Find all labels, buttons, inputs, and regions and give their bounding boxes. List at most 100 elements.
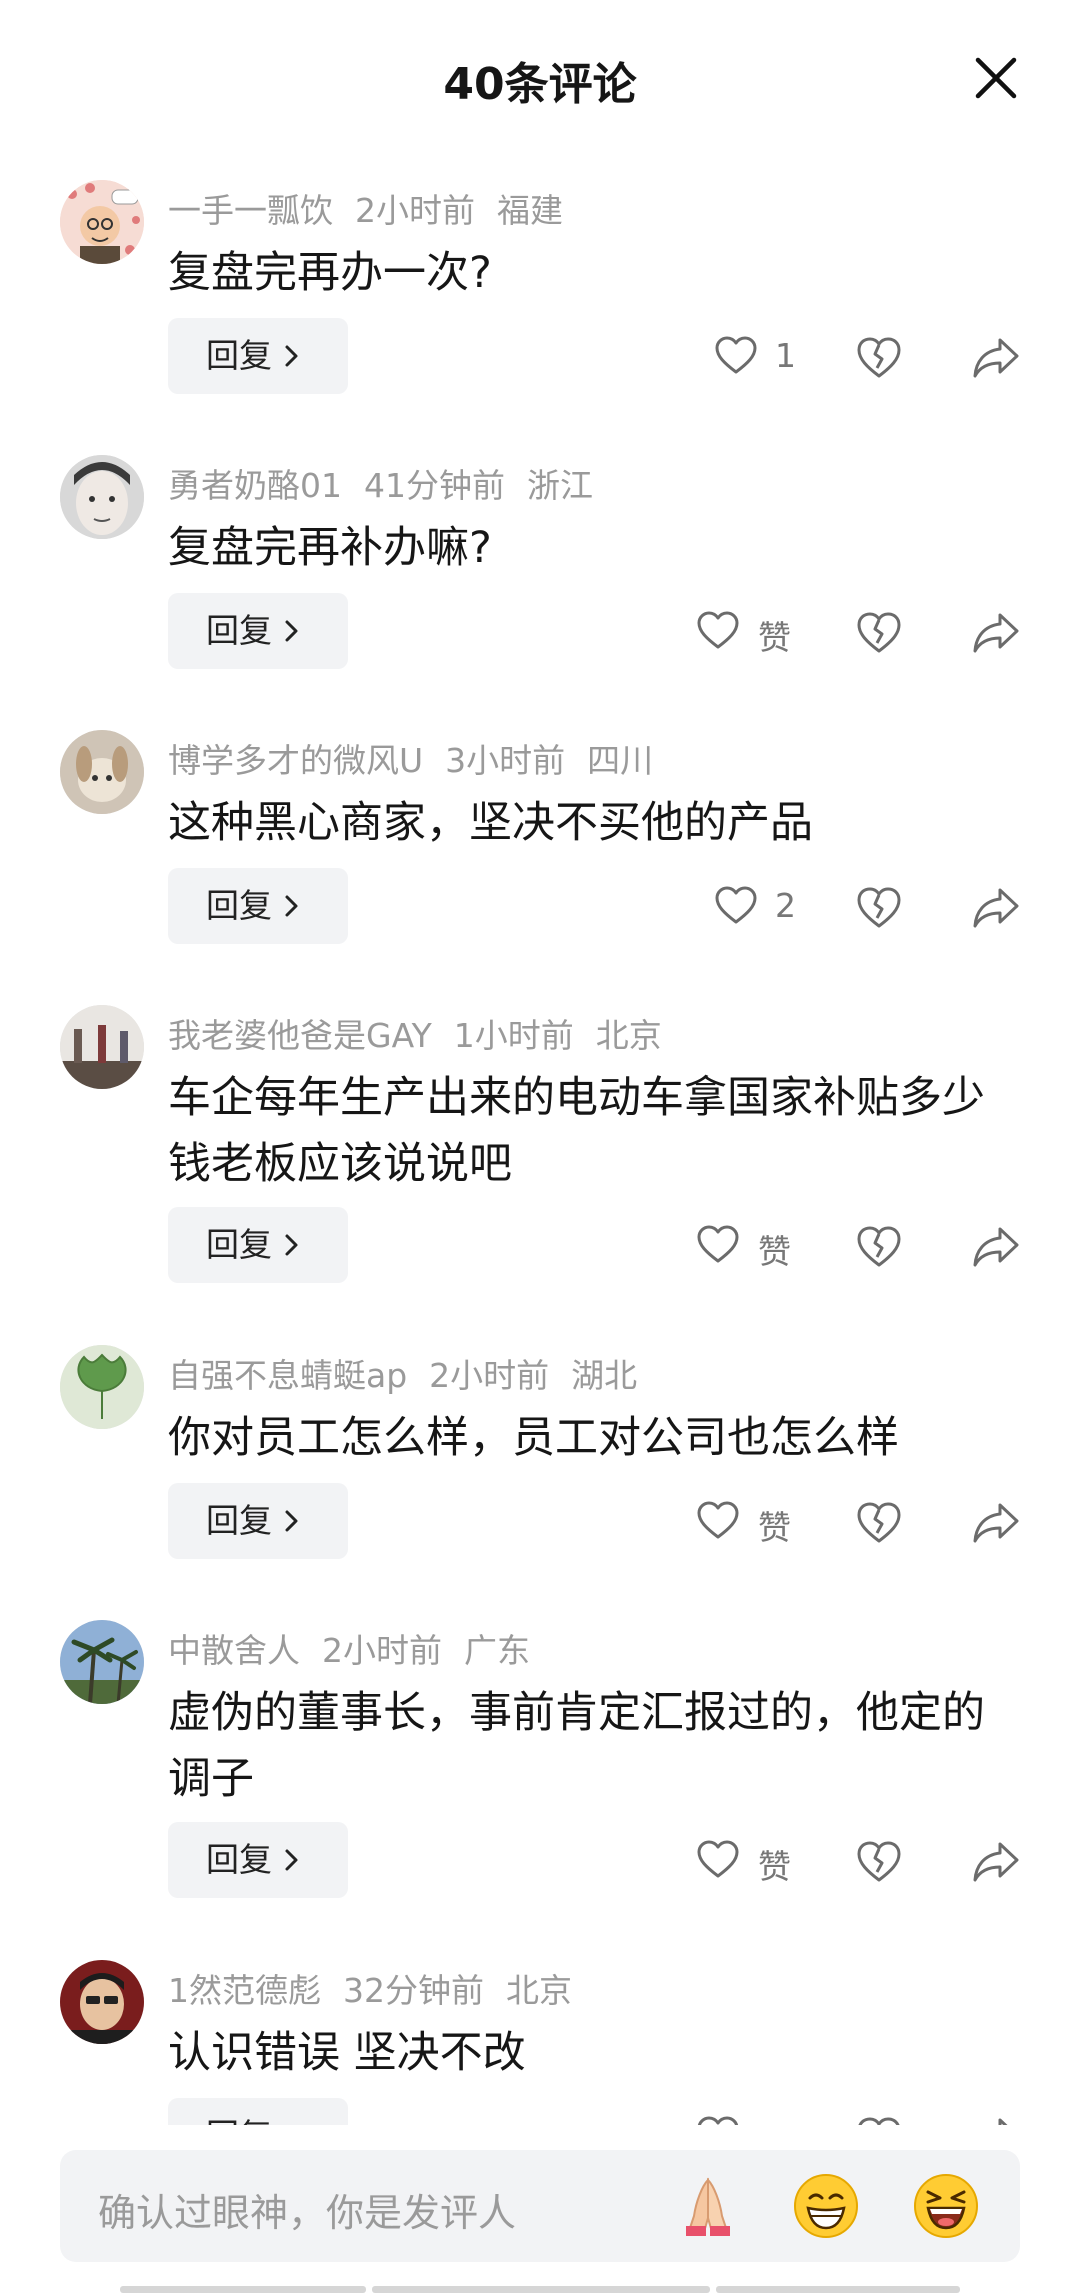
avatar[interactable] <box>60 455 144 539</box>
comment-item: 自强不息蜻蜓ap 2小时前 湖北 你对员工怎么样，员工对公司也怎么样 回复 赞 <box>0 1325 1080 1600</box>
comment-username[interactable]: 博学多才的微风U <box>168 741 423 780</box>
chevron-right-icon <box>285 345 298 367</box>
like-count: 赞 <box>758 1508 791 1547</box>
scroll-indicator <box>120 2286 366 2293</box>
share-button[interactable] <box>972 1840 1020 1884</box>
comment-text: 复盘完再补办嘛? <box>168 523 492 573</box>
share-button[interactable] <box>972 336 1020 380</box>
heart-icon <box>697 611 739 649</box>
reply-label: 回复 <box>206 1501 272 1540</box>
comment-time: 2小时前 <box>355 191 475 230</box>
like-count: 赞 <box>758 2116 791 2125</box>
share-button[interactable] <box>972 611 1020 655</box>
heart-icon <box>697 2116 739 2125</box>
comments-header: 40条评论 <box>0 0 1080 160</box>
dislike-button[interactable] <box>856 336 902 380</box>
chevron-right-icon <box>285 620 298 642</box>
reply-button[interactable]: 回复 <box>168 868 348 944</box>
share-button[interactable] <box>972 2116 1020 2125</box>
comment-actions: 赞 <box>690 1491 1030 1551</box>
comment-meta: 一手一瓢饮 2小时前 福建 <box>168 184 585 232</box>
share-button[interactable] <box>972 1501 1020 1545</box>
avatar[interactable] <box>60 1345 144 1429</box>
share-icon <box>973 1503 1019 1543</box>
comment-meta: 1然范德彪 32分钟前 北京 <box>168 1964 594 2012</box>
avatar[interactable] <box>60 1960 144 2044</box>
reply-button[interactable]: 回复 <box>168 1822 348 1898</box>
dislike-button[interactable] <box>856 886 902 930</box>
share-icon <box>973 338 1019 378</box>
broken-heart-icon <box>857 1502 901 1543</box>
reply-button[interactable]: 回复 <box>168 1207 348 1283</box>
avatar[interactable] <box>60 1005 144 1089</box>
comment-meta: 我老婆他爸是GAY 1小时前 北京 <box>168 1009 684 1057</box>
folded-hands-icon[interactable] <box>674 2172 742 2240</box>
comment-text: 车企每年生产出来的电动车拿国家补贴多少钱老板应该说说吧 <box>168 1073 985 1189</box>
avatar[interactable] <box>60 730 144 814</box>
comment-item: 一手一瓢饮 2小时前 福建 复盘完再办一次? 回复 1 <box>0 160 1080 430</box>
reply-button[interactable]: 回复 <box>168 2098 348 2125</box>
share-icon <box>973 1227 1019 1267</box>
grinning-face-icon[interactable] <box>792 2172 860 2240</box>
comment-username[interactable]: 1然范德彪 <box>168 1971 321 2010</box>
reply-label: 回复 <box>206 1225 272 1264</box>
comment-time: 2小时前 <box>429 1356 550 1395</box>
avatar[interactable] <box>60 1620 144 1704</box>
like-button[interactable]: 赞 <box>690 1491 830 1551</box>
comment-time: 3小时前 <box>445 741 566 780</box>
broken-heart-icon <box>857 1841 901 1882</box>
close-button[interactable] <box>970 52 1022 104</box>
broken-heart-icon <box>858 2117 900 2125</box>
reply-label: 回复 <box>206 2116 272 2125</box>
comment-input-bar[interactable]: 确认过眼神，你是发评人 <box>60 2150 1020 2262</box>
comment-username[interactable]: 自强不息蜻蜓ap <box>168 1356 407 1395</box>
heart-icon <box>697 1840 739 1878</box>
like-button[interactable]: 2 <box>690 876 830 936</box>
laughing-face-icon[interactable] <box>912 2172 980 2240</box>
comment-location: 福建 <box>497 191 563 230</box>
comment-username[interactable]: 中散舍人 <box>168 1631 300 1670</box>
comment-actions: 赞 <box>690 1215 1030 1275</box>
reply-button[interactable]: 回复 <box>168 1483 348 1559</box>
comment-list[interactable]: 一手一瓢饮 2小时前 福建 复盘完再办一次? 回复 1 勇者奶酪01 41分钟前… <box>0 160 1080 2125</box>
dislike-button[interactable] <box>856 611 902 655</box>
avatar[interactable] <box>60 180 144 264</box>
comment-username[interactable]: 一手一瓢饮 <box>168 191 333 230</box>
chevron-right-icon <box>285 1234 298 1256</box>
share-button[interactable] <box>972 886 1020 930</box>
dislike-button[interactable] <box>856 1840 902 1884</box>
comment-time: 1小时前 <box>453 1016 574 1055</box>
like-count: 1 <box>775 336 796 375</box>
comment-actions: 赞 <box>690 2106 1030 2125</box>
like-button[interactable]: 赞 <box>690 1830 830 1890</box>
comment-text: 这种黑心商家，坚决不买他的产品 <box>168 798 813 848</box>
scroll-indicator <box>716 2286 960 2293</box>
dislike-button[interactable] <box>856 1225 902 1269</box>
page-title: 40条评论 <box>443 59 637 110</box>
dislike-button[interactable] <box>856 2116 902 2125</box>
comment-item: 博学多才的微风U 3小时前 四川 这种黑心商家，坚决不买他的产品 回复 2 <box>0 710 1080 980</box>
like-button[interactable]: 赞 <box>690 601 830 661</box>
broken-heart-icon <box>857 1226 901 1267</box>
reply-button[interactable]: 回复 <box>168 318 348 394</box>
share-button[interactable] <box>972 1225 1020 1269</box>
dislike-button[interactable] <box>856 1501 902 1545</box>
like-button[interactable]: 赞 <box>690 2106 830 2125</box>
comment-time: 2小时前 <box>322 1631 442 1670</box>
comment-input-placeholder[interactable]: 确认过眼神，你是发评人 <box>98 2182 516 2237</box>
comment-username[interactable]: 我老婆他爸是GAY <box>168 1016 432 1055</box>
share-icon <box>973 888 1019 928</box>
heart-icon <box>715 336 757 374</box>
comment-location: 四川 <box>587 741 654 780</box>
like-button[interactable]: 赞 <box>690 1215 830 1275</box>
like-count: 赞 <box>758 1847 791 1886</box>
broken-heart-icon <box>857 887 901 928</box>
like-count: 赞 <box>758 1232 791 1271</box>
comment-meta: 中散舍人 2小时前 广东 <box>168 1624 552 1672</box>
comment-location: 湖北 <box>571 1356 638 1395</box>
reply-button[interactable]: 回复 <box>168 593 348 669</box>
comment-username[interactable]: 勇者奶酪01 <box>168 466 342 505</box>
comment-time: 32分钟前 <box>343 1971 484 2010</box>
reply-label: 回复 <box>206 886 272 925</box>
like-button[interactable]: 1 <box>690 326 830 386</box>
